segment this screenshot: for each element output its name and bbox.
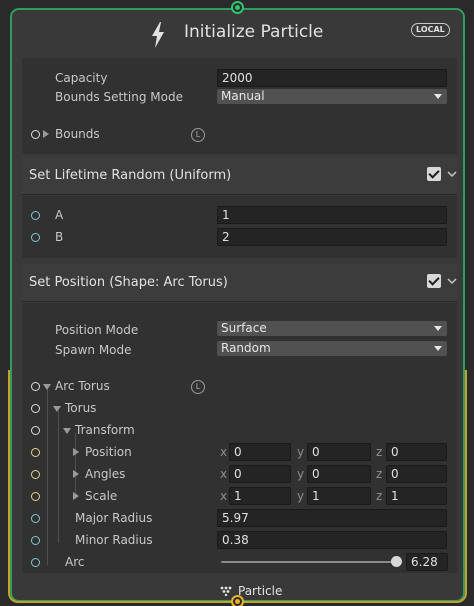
node-title: Initialize Particle: [184, 22, 324, 42]
position-block-body: Position Mode Surface Spawn Mode Random …: [22, 303, 457, 573]
transform-port-icon[interactable]: [31, 426, 40, 435]
expand-arrow-icon[interactable]: [73, 448, 79, 456]
capacity-label: Capacity: [55, 71, 108, 85]
initialize-particle-node[interactable]: Initialize Particle LOCAL Capacity 2000 …: [10, 8, 465, 602]
b-port-icon[interactable]: [31, 233, 40, 242]
b-field[interactable]: 2: [217, 228, 447, 246]
spawn-mode-label: Spawn Mode: [55, 343, 132, 357]
angles-z-field[interactable]: 0: [386, 465, 447, 483]
node-title-bar[interactable]: Initialize Particle LOCAL: [12, 10, 463, 56]
angles-x-field[interactable]: 0: [229, 465, 291, 483]
bounds-setting-mode-value: Manual: [221, 89, 265, 103]
scale-port-icon[interactable]: [31, 492, 40, 501]
dropdown-arrow-icon: [434, 94, 442, 99]
tree-guide: [47, 389, 48, 565]
bounds-label: Bounds: [55, 127, 100, 141]
dropdown-arrow-icon: [434, 346, 442, 351]
y-axis-label: y: [297, 467, 305, 481]
output-context-label: Particle: [238, 584, 283, 598]
output-flow-port[interactable]: [231, 595, 244, 606]
tree-guide: [75, 433, 76, 499]
minor-radius-label: Minor Radius: [75, 533, 153, 547]
arc-slider-track[interactable]: [221, 561, 401, 563]
collapse-arrow-icon[interactable]: [43, 384, 51, 390]
expand-arrow-icon[interactable]: [43, 130, 49, 138]
bounds-port-icon[interactable]: [31, 130, 40, 139]
z-axis-label: z: [376, 445, 383, 459]
chevron-down-icon[interactable]: [447, 169, 457, 179]
expand-arrow-icon[interactable]: [73, 492, 79, 500]
a-port-icon[interactable]: [31, 211, 40, 220]
position-x-field[interactable]: 0: [229, 443, 291, 461]
arc-label: Arc: [65, 555, 85, 569]
b-label: B: [55, 230, 64, 244]
arc-torus-label: Arc Torus: [55, 379, 110, 393]
lifetime-block-body: A 1 B 2: [22, 196, 457, 258]
collapse-arrow-icon[interactable]: [63, 428, 71, 434]
minor-radius-field[interactable]: 0.38: [217, 531, 447, 549]
angles-port-icon[interactable]: [31, 470, 40, 479]
expand-arrow-icon[interactable]: [73, 470, 79, 478]
torus-port-icon[interactable]: [31, 404, 40, 413]
capacity-field[interactable]: 2000: [217, 69, 447, 87]
position-label: Position: [85, 445, 132, 459]
x-axis-label: x: [220, 489, 228, 503]
a-label: A: [55, 208, 64, 222]
arc-port-icon[interactable]: [31, 558, 40, 567]
particle-dots-icon: [220, 586, 232, 596]
local-space-icon[interactable]: L: [191, 128, 205, 142]
position-block-header[interactable]: Set Position (Shape: Arc Torus): [22, 264, 457, 302]
space-badge[interactable]: LOCAL: [411, 23, 450, 37]
lifetime-block-title: Set Lifetime Random (Uniform): [29, 168, 232, 183]
lifetime-block-header[interactable]: Set Lifetime Random (Uniform): [22, 157, 457, 195]
major-radius-field[interactable]: 5.97: [217, 509, 447, 527]
position-z-field[interactable]: 0: [386, 443, 447, 461]
input-flow-port[interactable]: [231, 1, 244, 14]
lifetime-enabled-checkbox[interactable]: [427, 167, 441, 181]
chevron-down-icon[interactable]: [447, 276, 457, 286]
a-field[interactable]: 1: [217, 206, 447, 224]
major-radius-label: Major Radius: [75, 511, 153, 525]
y-axis-label: y: [297, 445, 305, 459]
arc-slider-knob[interactable]: [391, 556, 402, 567]
scale-label: Scale: [85, 489, 118, 503]
z-axis-label: z: [376, 489, 383, 503]
collapse-arrow-icon[interactable]: [53, 406, 61, 412]
spawn-mode-dropdown[interactable]: Random: [217, 341, 447, 356]
torus-label: Torus: [65, 401, 97, 415]
major-radius-port-icon[interactable]: [31, 514, 40, 523]
scale-z-field[interactable]: 1: [386, 487, 447, 505]
position-mode-label: Position Mode: [55, 323, 139, 337]
minor-radius-port-icon[interactable]: [31, 536, 40, 545]
angles-label: Angles: [85, 467, 126, 481]
bounds-setting-mode-dropdown[interactable]: Manual: [217, 89, 447, 104]
lightning-bolt-icon: [152, 22, 164, 48]
dropdown-arrow-icon: [434, 326, 442, 331]
position-port-icon[interactable]: [31, 448, 40, 457]
position-block-title: Set Position (Shape: Arc Torus): [29, 275, 228, 290]
position-enabled-checkbox[interactable]: [427, 274, 441, 288]
spawn-mode-value: Random: [221, 341, 271, 355]
position-mode-value: Surface: [221, 321, 267, 335]
arc-field[interactable]: 6.28: [406, 553, 448, 571]
angles-y-field[interactable]: 0: [307, 465, 371, 483]
x-axis-label: x: [220, 445, 228, 459]
settings-block: Capacity 2000 Bounds Setting Mode Manual…: [22, 58, 457, 154]
position-y-field[interactable]: 0: [307, 443, 371, 461]
position-mode-dropdown[interactable]: Surface: [217, 321, 447, 336]
x-axis-label: x: [220, 467, 228, 481]
transform-label: Transform: [75, 423, 135, 437]
tree-guide: [58, 411, 59, 543]
local-space-icon[interactable]: L: [191, 380, 205, 394]
arc-torus-port-icon[interactable]: [31, 382, 40, 391]
scale-y-field[interactable]: 1: [307, 487, 371, 505]
bounds-setting-mode-label: Bounds Setting Mode: [55, 90, 183, 104]
z-axis-label: z: [376, 467, 383, 481]
scale-x-field[interactable]: 1: [229, 487, 291, 505]
y-axis-label: y: [297, 489, 305, 503]
